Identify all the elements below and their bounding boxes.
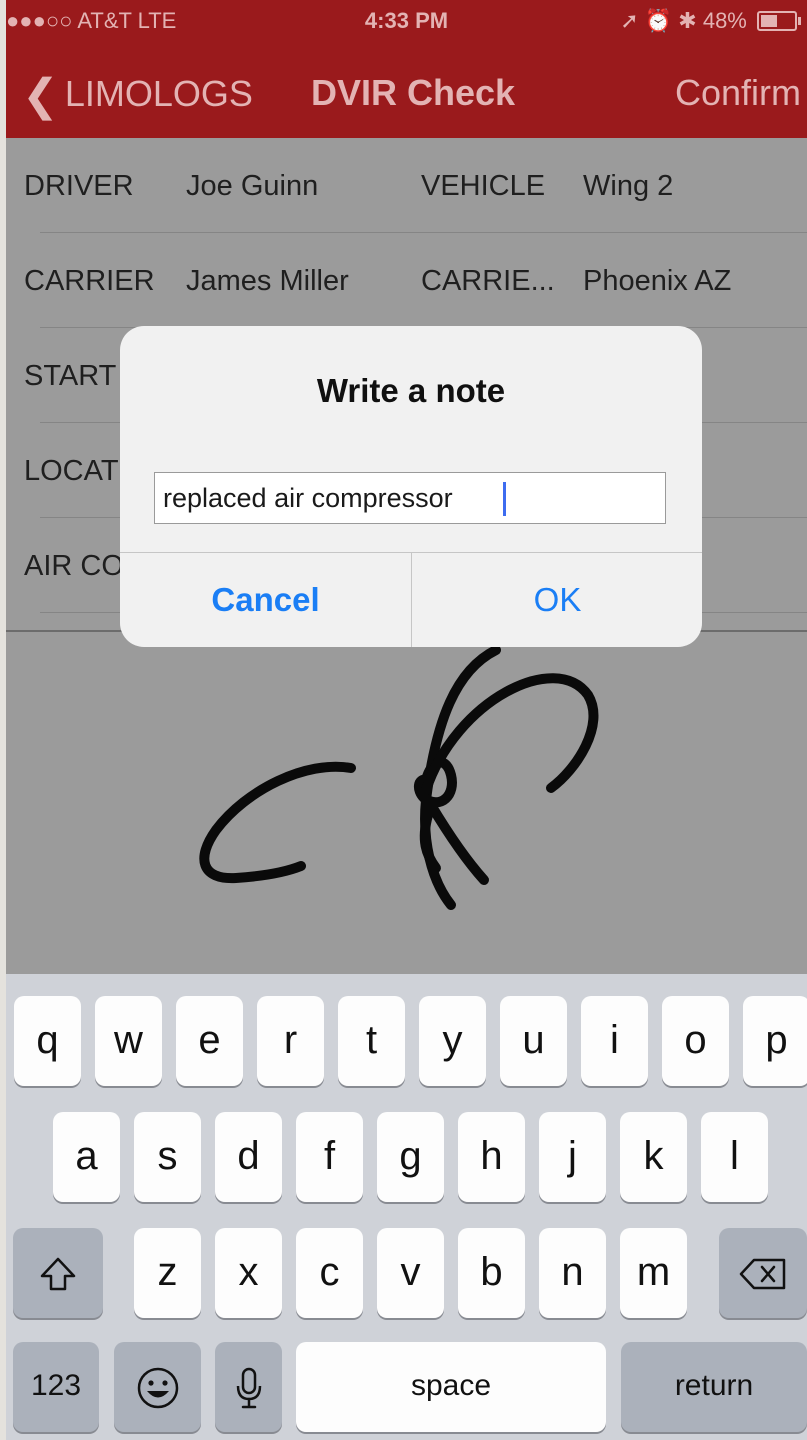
driver-value[interactable]: Joe Guinn — [186, 170, 318, 203]
key-x[interactable]: x — [215, 1228, 282, 1318]
page-title: DVIR Check — [311, 72, 516, 113]
key-f[interactable]: f — [296, 1112, 363, 1202]
note-field-box[interactable] — [154, 472, 666, 524]
carrier-label: CARRIER — [24, 265, 155, 297]
start-label: START — [24, 360, 117, 392]
dictation-key[interactable] — [215, 1342, 282, 1432]
key-k[interactable]: k — [620, 1112, 687, 1202]
key-i[interactable]: i — [581, 996, 648, 1086]
note-input[interactable] — [163, 473, 483, 523]
key-s[interactable]: s — [134, 1112, 201, 1202]
form-row-carrier: CARRIER James Miller CARRIE... Phoenix A… — [6, 233, 807, 328]
key-z[interactable]: z — [134, 1228, 201, 1318]
back-button[interactable]: ❮ LIMOLOGS — [22, 70, 253, 121]
header: ●●●○○ AT&T LTE 4:33 PM ➚ ⏰ ✱ 48% ❮ LIMOLO… — [6, 0, 807, 138]
key-t[interactable]: t — [338, 996, 405, 1086]
keyboard: q w e r t y u i o p a s d f g h j k l z … — [6, 974, 807, 1440]
cancel-button[interactable]: Cancel — [120, 553, 411, 647]
air-compressor-label: AIR CO — [24, 550, 124, 582]
signature-pad[interactable] — [156, 640, 616, 940]
key-v[interactable]: v — [377, 1228, 444, 1318]
numbers-key[interactable]: 123 — [13, 1342, 99, 1432]
key-g[interactable]: g — [377, 1112, 444, 1202]
text-caret — [503, 482, 506, 516]
back-button-label: LIMOLOGS — [64, 73, 253, 114]
key-h[interactable]: h — [458, 1112, 525, 1202]
shift-key[interactable] — [13, 1228, 103, 1318]
carrier-address-label: CARRIE... — [421, 265, 555, 297]
battery-icon — [757, 11, 801, 31]
key-y[interactable]: y — [419, 996, 486, 1086]
confirm-button[interactable]: Confirm — [675, 72, 801, 114]
driver-label: DRIVER — [24, 170, 134, 202]
backspace-icon — [739, 1259, 786, 1290]
key-c[interactable]: c — [296, 1228, 363, 1318]
key-u[interactable]: u — [500, 996, 567, 1086]
status-indicators: ➚ ⏰ ✱ 48% — [620, 8, 801, 34]
delete-key[interactable] — [719, 1228, 807, 1318]
location-label: LOCAT — [24, 455, 119, 487]
navigation-bar: ❮ LIMOLOGS DVIR Check Confirm — [6, 58, 807, 128]
ok-button[interactable]: OK — [412, 553, 702, 647]
status-bar: ●●●○○ AT&T LTE 4:33 PM ➚ ⏰ ✱ 48% — [6, 0, 807, 44]
carrier-address-value[interactable]: Phoenix AZ — [583, 265, 731, 298]
emoji-key[interactable] — [114, 1342, 201, 1432]
signature-strokes — [199, 645, 599, 910]
key-p[interactable]: p — [743, 996, 807, 1086]
key-d[interactable]: d — [215, 1112, 282, 1202]
chevron-left-icon: ❮ — [22, 71, 59, 120]
vehicle-value[interactable]: Wing 2 — [583, 170, 673, 203]
key-o[interactable]: o — [662, 996, 729, 1086]
shift-icon — [40, 1258, 76, 1291]
emoji-icon — [137, 1368, 178, 1409]
microphone-icon — [236, 1368, 261, 1409]
key-a[interactable]: a — [53, 1112, 120, 1202]
key-q[interactable]: q — [14, 996, 81, 1086]
vehicle-label: VEHICLE — [421, 170, 546, 202]
key-l[interactable]: l — [701, 1112, 768, 1202]
key-m[interactable]: m — [620, 1228, 687, 1318]
key-r[interactable]: r — [257, 996, 324, 1086]
form-row-driver: DRIVER Joe Guinn VEHICLE Wing 2 — [6, 138, 807, 233]
key-j[interactable]: j — [539, 1112, 606, 1202]
dialog-title: Write a note — [316, 372, 506, 409]
key-b[interactable]: b — [458, 1228, 525, 1318]
phone-screen: ●●●○○ AT&T LTE 4:33 PM ➚ ⏰ ✱ 48% ❮ LIMOLO… — [6, 0, 807, 1440]
key-w[interactable]: w — [95, 996, 162, 1086]
space-key[interactable]: space — [296, 1342, 606, 1432]
status-icons: ➚ ⏰ ✱ 48% — [620, 8, 747, 33]
return-key[interactable]: return — [621, 1342, 807, 1432]
carrier-value[interactable]: James Miller — [186, 265, 349, 298]
write-note-dialog: Write a note Cancel OK — [120, 326, 702, 647]
key-e[interactable]: e — [176, 996, 243, 1086]
key-n[interactable]: n — [539, 1228, 606, 1318]
